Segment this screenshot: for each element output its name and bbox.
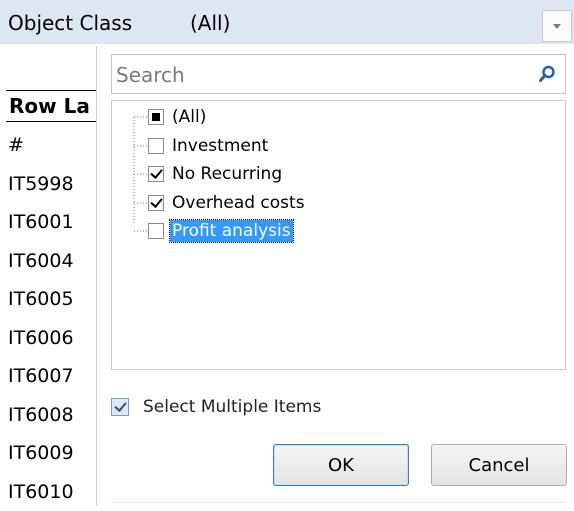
tree-item-label: Investment [170, 135, 270, 157]
tree-item-all[interactable]: (All) [148, 105, 208, 129]
filter-field-label: Object Class [8, 11, 132, 35]
checkbox-all[interactable] [148, 109, 164, 125]
row-label-cell[interactable]: # [8, 126, 74, 165]
tree-item-no-recurring[interactable]: No Recurring [148, 162, 284, 186]
tree-item-label: Profit analysis [170, 220, 293, 242]
filter-bar: Object Class (All) [0, 0, 574, 44]
filter-dropdown-button[interactable] [542, 10, 572, 42]
row-labels-list: # IT5998 IT6001 IT6004 IT6005 IT6006 IT6… [8, 126, 74, 511]
row-label-cell[interactable]: IT6004 [8, 242, 74, 281]
chevron-down-icon [553, 24, 561, 29]
row-label-cell[interactable]: IT6007 [8, 357, 74, 396]
row-labels-header[interactable]: Row La [6, 90, 100, 122]
select-multiple-items-label: Select Multiple Items [143, 397, 321, 417]
cancel-button[interactable]: Cancel [431, 444, 567, 486]
search-input[interactable] [112, 55, 518, 95]
row-label-cell[interactable]: IT6008 [8, 396, 74, 435]
tree-item-label: (All) [170, 106, 208, 128]
tree-item-profit-analysis[interactable]: Profit analysis [148, 219, 293, 243]
tree-item-label: No Recurring [170, 163, 284, 185]
row-label-cell[interactable]: IT6005 [8, 280, 74, 319]
row-label-cell[interactable]: IT6001 [8, 203, 74, 242]
filter-field-value[interactable]: (All) [190, 11, 230, 35]
checkbox-overhead-costs[interactable] [148, 195, 164, 211]
tree-item-investment[interactable]: Investment [148, 134, 270, 158]
select-multiple-items-row[interactable]: Select Multiple Items [111, 396, 321, 418]
items-tree: (All) Investment No Recurring Overhead c… [111, 100, 566, 370]
checkbox-no-recurring[interactable] [148, 166, 164, 182]
checkbox-investment[interactable] [148, 138, 164, 154]
tree-item-label: Overhead costs [170, 192, 307, 214]
row-label-cell[interactable]: IT6006 [8, 319, 74, 358]
tree-item-overhead-costs[interactable]: Overhead costs [148, 191, 307, 215]
filter-popup: (All) Investment No Recurring Overhead c… [96, 46, 574, 506]
divider [111, 502, 566, 503]
search-box [111, 54, 566, 94]
tree-connector-lines [112, 101, 152, 301]
search-icon[interactable] [537, 64, 557, 84]
row-label-cell[interactable]: IT6010 [8, 473, 74, 511]
row-label-cell[interactable]: IT5998 [8, 165, 74, 204]
ok-button[interactable]: OK [273, 444, 409, 486]
select-multiple-items-checkbox[interactable] [111, 398, 129, 416]
row-label-cell[interactable]: IT6009 [8, 434, 74, 473]
checkbox-profit-analysis[interactable] [148, 223, 164, 239]
